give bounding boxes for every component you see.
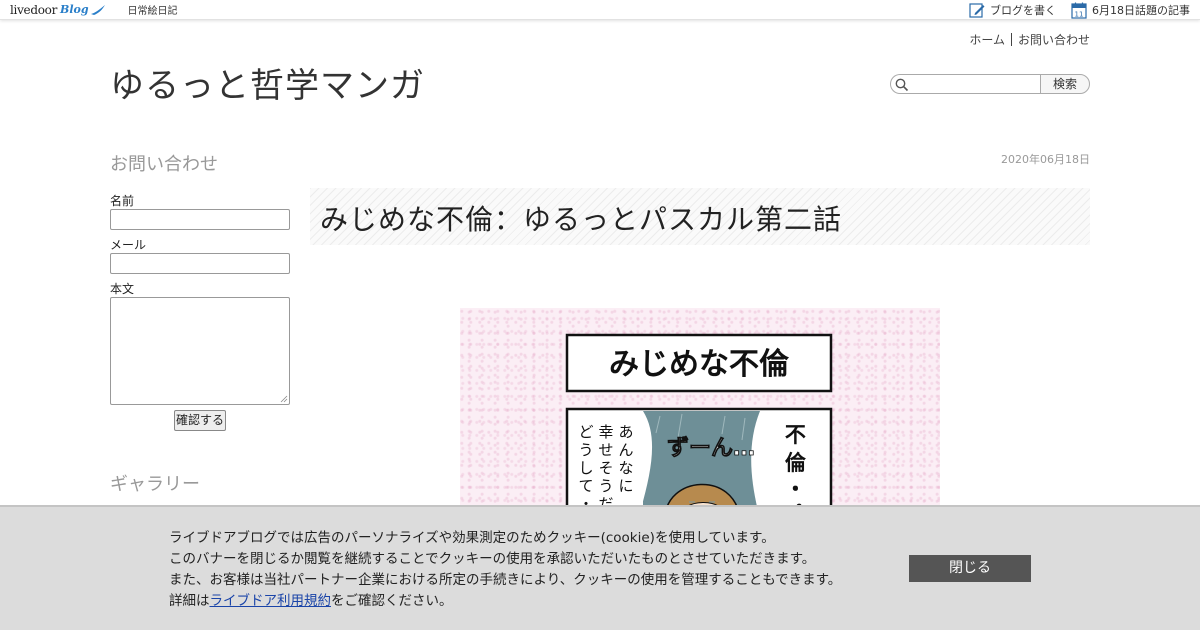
pencil-note-icon bbox=[969, 3, 985, 18]
name-label: 名前 bbox=[110, 194, 135, 208]
cookie-line-3: また、お客様は当社パートナー企業における所定の手続きにより、クッキーの使用を管理… bbox=[169, 572, 842, 588]
manga-right-caption: 不 倫 ・ ・ bbox=[785, 423, 813, 508]
manga-title-text: みじめな不倫 bbox=[609, 347, 790, 382]
livedoor-blog-logo[interactable]: livedoor Blog bbox=[10, 0, 106, 20]
bird-icon bbox=[90, 4, 105, 15]
logo-blog-text: Blog bbox=[60, 3, 89, 16]
mail-field[interactable] bbox=[110, 253, 290, 274]
search-icon bbox=[895, 78, 909, 92]
mail-label: メール bbox=[110, 238, 147, 252]
cookie-banner: ライブドアブログでは広告のパーソナライズや効果測定のためクッキー(cookie)… bbox=[0, 505, 1200, 630]
terms-link[interactable]: ライブドア利用規約 bbox=[210, 593, 332, 609]
cookie-line-2: このバナーを閉じるか閲覧を継続することでクッキーの使用を承認いただいたものとさせ… bbox=[169, 551, 816, 567]
top-bar: livedoor Blog 日常絵日記 ブログを書く 11 6月18日話題の記事 bbox=[0, 0, 1200, 20]
cookie-line-4-suffix: をご確認ください。 bbox=[331, 593, 453, 609]
manga-image[interactable]: みじめな不倫 ずーん… 不 倫 ・ ・ あんなに 幸せそうだ どうして・ bbox=[460, 308, 940, 508]
logo-livedoor-text: livedoor bbox=[10, 2, 58, 17]
search-button[interactable]: 検索 bbox=[1040, 74, 1090, 94]
manga-sfx-text: ずーん… bbox=[667, 436, 755, 461]
write-blog-label: ブログを書く bbox=[990, 4, 1056, 17]
cookie-text: ライブドアブログでは広告のパーソナライズや効果測定のためクッキー(cookie)… bbox=[169, 528, 841, 612]
manga-left-caption-3: どうして・ bbox=[578, 423, 593, 508]
header-nav: ホーム お問い合わせ bbox=[969, 31, 1090, 48]
post-title[interactable]: みじめな不倫：ゆるっとパスカル第二話 bbox=[320, 198, 842, 238]
body-textarea[interactable] bbox=[110, 297, 290, 405]
body-label: 本文 bbox=[110, 282, 135, 296]
post-date: 2020年06月18日 bbox=[1001, 153, 1090, 166]
calendar-icon: 11 bbox=[1071, 2, 1087, 19]
cookie-close-button[interactable]: 閉じる bbox=[909, 555, 1031, 582]
nav-contact-link[interactable]: お問い合わせ bbox=[1018, 31, 1090, 48]
calendar-day: 11 bbox=[1075, 10, 1084, 18]
write-blog-link[interactable]: ブログを書く bbox=[969, 2, 1056, 18]
post-title-band: みじめな不倫：ゆるっとパスカル第二話 bbox=[310, 188, 1090, 245]
contact-heading: お問い合わせ bbox=[110, 154, 218, 175]
cookie-line-4: 詳細はライブドア利用規約をご確認ください。 bbox=[169, 591, 841, 612]
nav-home-link[interactable]: ホーム bbox=[969, 31, 1005, 48]
topic-articles-label: 6月18日話題の記事 bbox=[1092, 4, 1190, 17]
search-box bbox=[890, 74, 1040, 94]
top-right-links: ブログを書く 11 6月18日話題の記事 bbox=[954, 0, 1190, 20]
name-field[interactable] bbox=[110, 209, 290, 230]
search-input[interactable] bbox=[911, 77, 1036, 91]
site-title[interactable]: ゆるっと哲学マンガ bbox=[110, 58, 425, 107]
nav-divider bbox=[1010, 33, 1012, 46]
resize-grip-icon[interactable] bbox=[280, 395, 288, 403]
blog-category-link[interactable]: 日常絵日記 bbox=[128, 2, 178, 17]
manga-panels: みじめな不倫 ずーん… 不 倫 ・ ・ あんなに 幸せそうだ どうして・ bbox=[565, 333, 833, 508]
manga-left-caption-2: 幸せそうだ bbox=[598, 423, 613, 508]
manga-left-caption-1: あんなに bbox=[618, 423, 633, 495]
confirm-button[interactable]: 確認する bbox=[174, 410, 226, 431]
search-form: 検索 bbox=[890, 74, 1090, 94]
gallery-heading: ギャラリー bbox=[110, 474, 200, 495]
topic-articles-link[interactable]: 11 6月18日話題の記事 bbox=[1071, 2, 1190, 19]
cookie-line-1: ライブドアブログでは広告のパーソナライズや効果測定のためクッキー(cookie)… bbox=[169, 530, 775, 546]
cookie-line-4-prefix: 詳細は bbox=[169, 593, 210, 609]
